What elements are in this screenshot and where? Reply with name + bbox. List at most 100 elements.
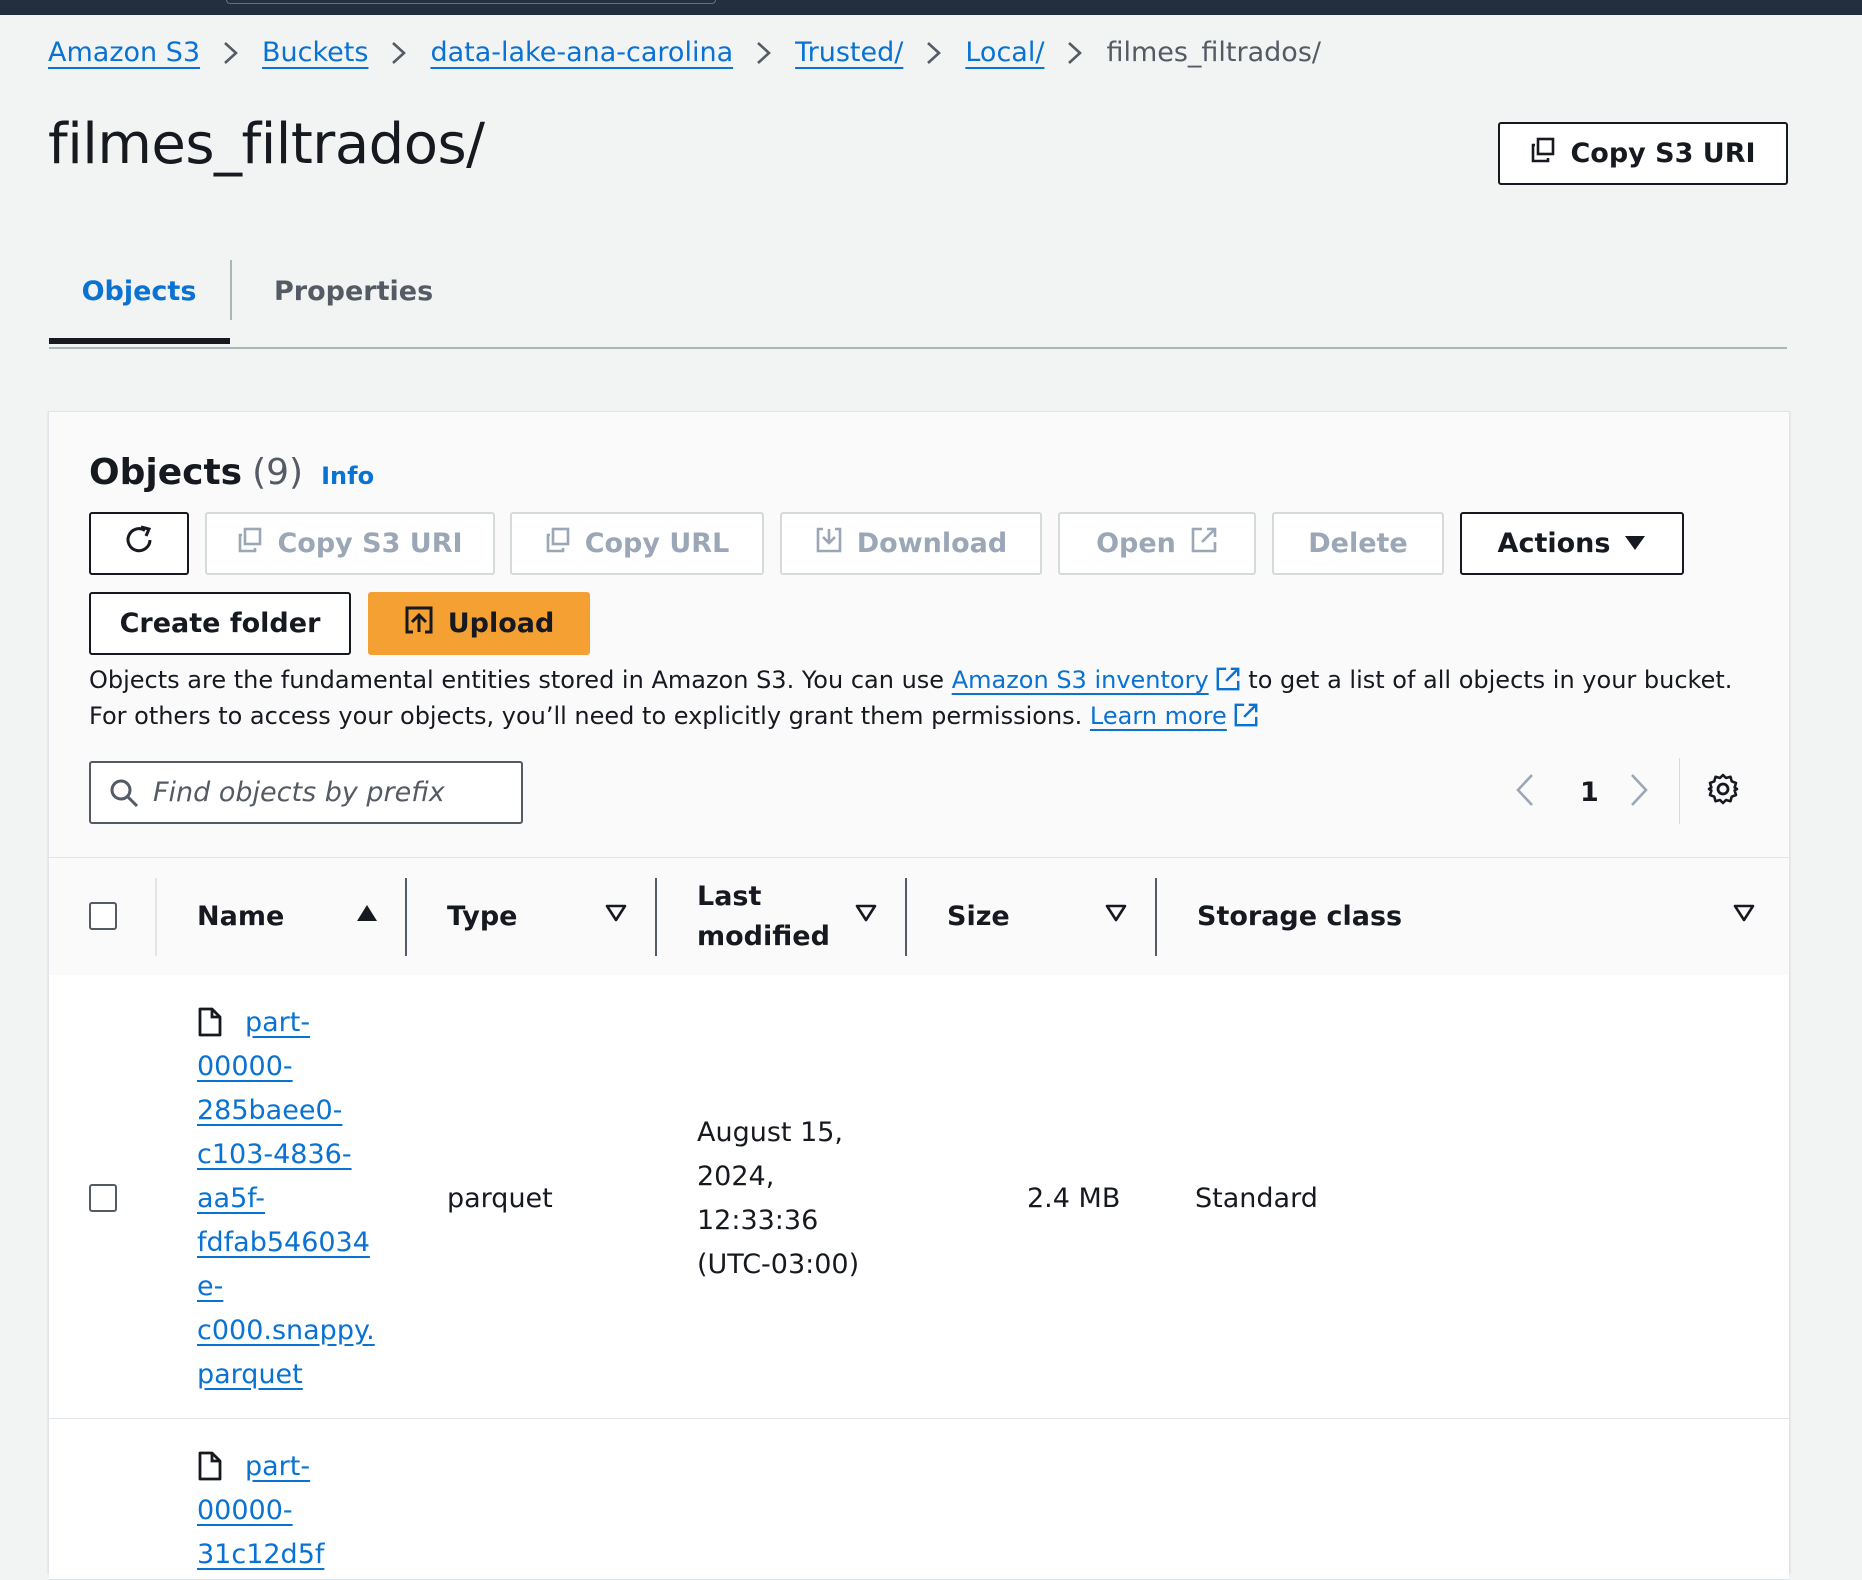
delete-button[interactable]: Delete	[1272, 512, 1444, 575]
refresh-icon	[122, 523, 156, 564]
upload-label: Upload	[447, 608, 555, 639]
column-header-last-modified[interactable]: Last modified	[697, 858, 830, 975]
previous-page-button[interactable]	[1515, 766, 1535, 818]
chevron-right-icon	[368, 35, 430, 69]
external-link-icon	[1190, 526, 1218, 561]
object-last-modified-cell: August 15, 2024, 12:33:36 (UTC-03:00)	[697, 1111, 859, 1287]
gear-icon[interactable]	[1706, 772, 1740, 810]
page-title: filmes_filtrados/	[48, 112, 485, 177]
breadcrumb-local[interactable]: Local/	[965, 37, 1044, 68]
upload-icon	[404, 605, 434, 642]
open-button[interactable]: Open	[1058, 512, 1256, 575]
table-row[interactable]: part- 00000- 31c12d5f	[49, 1419, 1789, 1580]
column-header-last-modified-line: modified	[697, 920, 830, 952]
column-divider[interactable]	[905, 878, 907, 956]
object-name-link[interactable]: 00000-	[197, 1045, 375, 1089]
chevron-right-icon	[200, 35, 262, 69]
select-all-checkbox[interactable]	[89, 902, 117, 930]
object-name-link[interactable]: 31c12d5f	[197, 1533, 324, 1577]
object-name-link[interactable]: 00000-	[197, 1489, 324, 1533]
create-folder-button[interactable]: Create folder	[89, 592, 351, 655]
object-name-cell: part- 00000- 31c12d5f	[197, 1445, 324, 1577]
global-search-field[interactable]	[226, 0, 716, 4]
actions-dropdown[interactable]: Actions	[1460, 512, 1684, 575]
table-row[interactable]: part- 00000- 285baee0- c103-4836- aa5f- …	[49, 975, 1789, 1419]
tab-list: Objects Properties	[49, 250, 1787, 349]
external-link-icon	[1233, 702, 1259, 736]
table-header: Name Type Last modified Size Storage cla…	[49, 857, 1789, 976]
active-tab-indicator	[49, 338, 230, 344]
copy-s3-uri-header-button[interactable]: Copy S3 URI	[1498, 122, 1788, 185]
objects-description: Objects are the fundamental entities sto…	[89, 664, 1769, 736]
object-name-link[interactable]: parquet	[197, 1353, 375, 1397]
breadcrumb-bucket[interactable]: data-lake-ana-carolina	[430, 37, 733, 68]
copy-icon	[237, 527, 263, 560]
copy-s3-uri-label: Copy S3 URI	[277, 528, 463, 559]
breadcrumb-trusted[interactable]: Trusted/	[795, 37, 903, 68]
copy-url-label: Copy URL	[584, 528, 730, 559]
object-name-link[interactable]: 285baee0-	[197, 1089, 375, 1133]
next-page-button[interactable]	[1629, 766, 1649, 818]
breadcrumb-buckets[interactable]: Buckets	[262, 37, 368, 68]
download-label: Download	[856, 528, 1008, 559]
chevron-right-icon	[903, 35, 965, 69]
column-divider[interactable]	[405, 878, 407, 956]
last-modified-line: August 15,	[697, 1117, 844, 1148]
column-header-storage-class[interactable]: Storage class	[1197, 858, 1402, 975]
object-name-link[interactable]: c103-4836-	[197, 1133, 375, 1177]
column-header-size[interactable]: Size	[947, 858, 1010, 975]
refresh-button[interactable]	[89, 512, 189, 575]
copy-s3-uri-button[interactable]: Copy S3 URI	[205, 512, 495, 575]
sort-icon[interactable]	[1105, 903, 1127, 927]
copy-s3-uri-header-label: Copy S3 URI	[1570, 138, 1756, 169]
object-name-cell: part- 00000- 285baee0- c103-4836- aa5f- …	[197, 1001, 375, 1397]
column-header-last-modified-line: Last	[697, 880, 762, 912]
objects-count: (9)	[252, 452, 304, 493]
breadcrumb: Amazon S3 Buckets data-lake-ana-carolina…	[48, 32, 1321, 72]
column-divider	[155, 878, 157, 956]
object-name-link[interactable]: fdfab546034	[197, 1221, 375, 1265]
file-icon	[197, 1451, 223, 1495]
column-divider[interactable]	[1155, 878, 1157, 956]
breadcrumb-amazon-s3[interactable]: Amazon S3	[48, 37, 200, 68]
row-checkbox[interactable]	[89, 1184, 117, 1212]
info-link[interactable]: Info	[321, 462, 374, 490]
tab-objects[interactable]: Objects	[49, 250, 229, 332]
sort-icon[interactable]	[605, 903, 627, 927]
copy-icon	[545, 527, 571, 560]
caret-down-icon	[1624, 528, 1646, 559]
search-icon	[109, 778, 139, 808]
actions-label: Actions	[1497, 528, 1611, 559]
objects-panel-header: Objects (9) Info	[89, 452, 374, 493]
object-name-link[interactable]: c000.snappy.	[197, 1309, 375, 1353]
object-name-link[interactable]: aa5f-	[197, 1177, 375, 1221]
breadcrumb-current: filmes_filtrados/	[1106, 36, 1321, 68]
copy-icon	[1530, 137, 1556, 170]
s3-inventory-link[interactable]: Amazon S3 inventory	[952, 666, 1209, 694]
object-name-link[interactable]: part-	[197, 1001, 375, 1045]
copy-url-button[interactable]: Copy URL	[510, 512, 764, 575]
sort-ascending-icon[interactable]	[355, 903, 379, 927]
column-header-type[interactable]: Type	[447, 858, 517, 975]
chevron-left-icon	[1515, 773, 1535, 811]
pager-divider	[1679, 758, 1680, 824]
open-label: Open	[1096, 528, 1176, 559]
sort-icon[interactable]	[1733, 903, 1755, 927]
learn-more-link[interactable]: Learn more	[1090, 702, 1227, 730]
object-size-cell: 2.4 MB	[1027, 1183, 1121, 1214]
last-modified-line: (UTC-03:00)	[697, 1249, 860, 1280]
current-page-number[interactable]: 1	[1580, 766, 1599, 818]
find-objects-search	[89, 761, 523, 824]
chevron-right-icon	[1044, 35, 1106, 69]
chevron-right-icon	[1629, 773, 1649, 811]
download-button[interactable]: Download	[780, 512, 1042, 575]
tab-properties[interactable]: Properties	[274, 250, 433, 332]
column-divider[interactable]	[655, 878, 657, 956]
sort-icon[interactable]	[855, 903, 877, 927]
top-nav-bar	[0, 0, 1862, 15]
object-name-link[interactable]: e-	[197, 1265, 375, 1309]
upload-button[interactable]: Upload	[368, 592, 590, 655]
column-header-name[interactable]: Name	[197, 858, 284, 975]
search-input[interactable]	[153, 777, 493, 808]
description-text: Objects are the fundamental entities sto…	[89, 666, 952, 694]
